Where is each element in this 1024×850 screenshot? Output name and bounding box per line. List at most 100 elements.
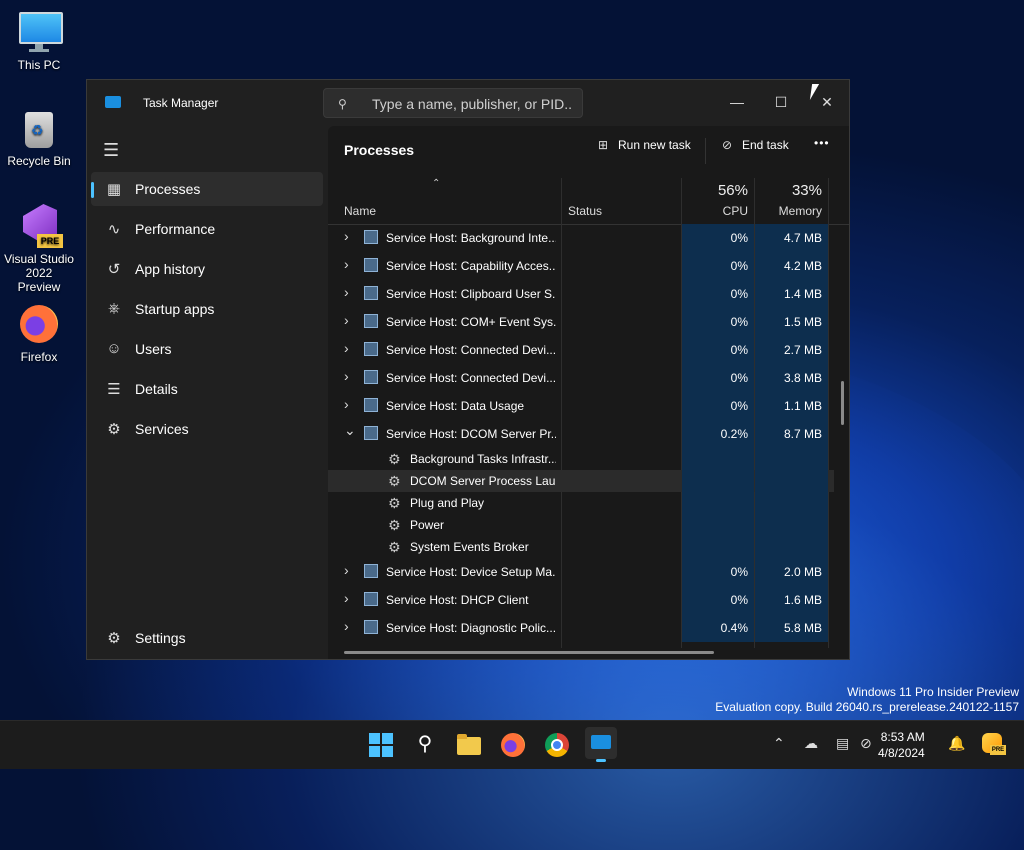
- notification-bell-icon[interactable]: 🔔: [948, 735, 965, 752]
- sidebar-item-label: Settings: [135, 630, 186, 646]
- cpu-heat-cell: [682, 536, 754, 558]
- task-manager-icon[interactable]: [585, 727, 617, 762]
- service-row[interactable]: ⚙ Power: [328, 514, 834, 536]
- hamburger-menu-icon[interactable]: ☰: [103, 140, 119, 161]
- network-icon[interactable]: ▤: [836, 735, 849, 752]
- process-cpu: 0%: [730, 399, 748, 413]
- process-row[interactable]: › Service Host: Capability Acces... 0% 4.2 …: [328, 252, 834, 280]
- volume-muted-icon[interactable]: ⊘: [860, 735, 872, 752]
- service-row[interactable]: ⚙ Background Tasks Infrastr...: [328, 448, 834, 470]
- sidebar-item-label: Services: [135, 421, 189, 437]
- title-bar[interactable]: Task Manager ⚲ — ☐ ✕: [87, 80, 849, 126]
- process-name: Service Host: DCOM Server Pr...: [386, 427, 556, 441]
- sidebar-item-settings[interactable]: ⚙ Settings: [91, 621, 323, 655]
- desktop-icon-firefox[interactable]: Firefox: [4, 302, 74, 364]
- cpu-heat-cell: [682, 514, 754, 536]
- search-icon[interactable]: ⚲: [411, 731, 439, 759]
- sidebar-item-app-history[interactable]: ↺ App history: [91, 252, 323, 286]
- column-status[interactable]: Status: [568, 204, 602, 218]
- sidebar-item-services[interactable]: ⚙ Services: [91, 412, 323, 446]
- chevron-right-icon[interactable]: ›: [344, 368, 349, 384]
- process-row[interactable]: › Service Host: DHCP Client 0% 1.6 MB: [328, 586, 834, 614]
- process-row[interactable]: › Service Host: Diagnostic Polic... 0.4% 5.…: [328, 614, 834, 642]
- visual-studio-icon: PRE: [17, 204, 63, 248]
- watermark-line-1: Windows 11 Pro Insider Preview: [847, 685, 1019, 699]
- horizontal-scrollbar-thumb[interactable]: [344, 651, 714, 654]
- sidebar-item-details[interactable]: ☰ Details: [91, 372, 323, 406]
- chevron-right-icon[interactable]: ›: [344, 312, 349, 328]
- chrome-icon[interactable]: [543, 731, 571, 759]
- firefox-icon[interactable]: [499, 731, 527, 759]
- process-memory: 4.2 MB: [783, 259, 822, 273]
- column-memory[interactable]: Memory: [758, 204, 822, 218]
- process-cpu: 0.4%: [720, 621, 748, 635]
- chevron-right-icon[interactable]: ›: [344, 284, 349, 300]
- desktop-icon-visual-studio[interactable]: PRE Visual Studio 2022 Preview: [4, 204, 74, 294]
- chevron-right-icon[interactable]: ›: [344, 228, 349, 244]
- service-row[interactable]: ⚙ Plug and Play: [328, 492, 834, 514]
- process-memory: 1.1 MB: [783, 399, 822, 413]
- service-row[interactable]: ⚙ DCOM Server Process Lau...: [328, 470, 834, 492]
- end-task-button[interactable]: ⊘ End task: [718, 138, 789, 162]
- sidebar-item-users[interactable]: ☺ Users: [91, 332, 323, 366]
- process-row[interactable]: › Service Host: Connected Devi... 0% 2.7 MB: [328, 336, 834, 364]
- search-box[interactable]: ⚲: [323, 88, 583, 118]
- chevron-down-icon[interactable]: ⌄: [344, 422, 356, 439]
- pre-badge: PRE: [37, 234, 63, 248]
- desktop-icon-label: Firefox: [20, 350, 58, 364]
- startup-icon: ⎈: [107, 300, 120, 317]
- column-cpu[interactable]: CPU: [688, 204, 748, 218]
- process-row[interactable]: › Service Host: Connected Devi... 0% 3.8 MB: [328, 364, 834, 392]
- service-gear-icon: ⚙: [388, 451, 401, 467]
- service-gear-icon: ⚙: [388, 473, 401, 489]
- service-host-icon: [364, 286, 378, 300]
- maximize-button[interactable]: ☐: [761, 88, 801, 116]
- taskbar: ⚲ ⌃ ☁ ▤ ⊘ 8:53 AM 4/8/2024 🔔 PRE: [0, 720, 1024, 769]
- process-name: DCOM Server Process Lau...: [410, 474, 556, 488]
- process-row[interactable]: › Service Host: COM+ Event Sys... 0% 1.5 MB: [328, 308, 834, 336]
- sidebar-item-processes[interactable]: ▦ Processes: [91, 172, 323, 206]
- process-memory: 2.0 MB: [783, 565, 822, 579]
- cloud-icon[interactable]: ☁: [804, 735, 818, 752]
- file-explorer-icon[interactable]: [455, 731, 483, 759]
- vertical-scrollbar-thumb[interactable]: [841, 381, 844, 425]
- process-name: Service Host: Data Usage: [386, 399, 525, 413]
- copilot-pre-icon[interactable]: PRE: [980, 731, 1008, 759]
- processes-panel: Processes ⊞ Run new task ⊘ End task ••• ⌃ …: [328, 126, 849, 659]
- chevron-right-icon[interactable]: ›: [344, 562, 349, 578]
- run-new-task-button[interactable]: ⊞ Run new task: [594, 138, 691, 162]
- service-host-icon: [364, 230, 378, 244]
- service-row[interactable]: ⚙ System Events Broker: [328, 536, 834, 558]
- process-row[interactable]: ⌄ Service Host: DCOM Server Pr... 0.2% 8.7 …: [328, 420, 834, 448]
- process-cpu: 0%: [730, 565, 748, 579]
- process-row[interactable]: › Service Host: Clipboard User S... 0% 1.4 …: [328, 280, 834, 308]
- process-name: Background Tasks Infrastr...: [410, 452, 556, 466]
- search-input[interactable]: [370, 94, 574, 114]
- service-gear-icon: ⚙: [388, 517, 401, 533]
- chevron-up-icon[interactable]: ⌃: [773, 735, 785, 752]
- process-name: Service Host: Connected Devi...: [386, 343, 556, 357]
- chevron-right-icon[interactable]: ›: [344, 396, 349, 412]
- chevron-right-icon[interactable]: ›: [344, 590, 349, 606]
- start-icon[interactable]: [367, 731, 395, 759]
- process-row[interactable]: › Service Host: Device Setup Ma... 0% 2.0 M…: [328, 558, 834, 586]
- desktop-icon-this-pc[interactable]: This PC: [4, 10, 74, 72]
- process-row[interactable]: › Service Host: Data Usage 0% 1.1 MB: [328, 392, 834, 420]
- process-list: › Service Host: Background Inte... 0% 4.7 M…: [328, 224, 834, 644]
- minimize-button[interactable]: —: [717, 88, 757, 116]
- chevron-right-icon[interactable]: ›: [344, 618, 349, 634]
- clock[interactable]: 8:53 AM 4/8/2024: [878, 729, 925, 761]
- end-task-icon: ⊘: [721, 138, 733, 152]
- chevron-right-icon[interactable]: ›: [344, 256, 349, 272]
- more-options-button[interactable]: •••: [814, 136, 830, 160]
- sidebar-item-performance[interactable]: ∿ Performance: [91, 212, 323, 246]
- toolbar-divider: [705, 138, 706, 164]
- process-row[interactable]: › Service Host: Background Inte... 0% 4.7 M…: [328, 224, 834, 252]
- process-name: Service Host: Background Inte...: [386, 231, 556, 245]
- column-name[interactable]: Name: [344, 204, 376, 218]
- sidebar-item-startup-apps[interactable]: ⎈ Startup apps: [91, 292, 323, 326]
- page-title: Processes: [344, 142, 415, 158]
- chevron-right-icon[interactable]: ›: [344, 340, 349, 356]
- services-icon: ⚙: [107, 421, 121, 438]
- desktop-icon-recycle-bin[interactable]: ♻ Recycle Bin: [4, 106, 74, 168]
